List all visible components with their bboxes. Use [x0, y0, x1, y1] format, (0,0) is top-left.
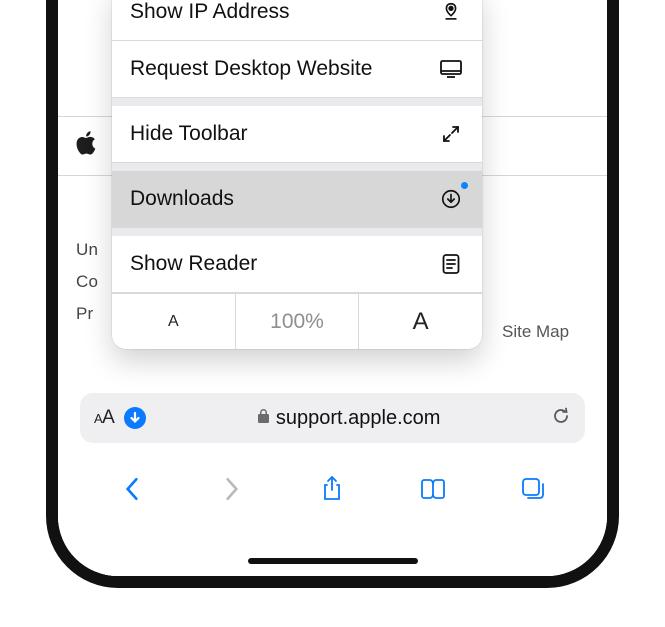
reader-icon — [438, 253, 464, 275]
menu-item-downloads[interactable]: Downloads — [112, 171, 482, 228]
reload-button[interactable] — [551, 406, 571, 431]
menu-item-label: Downloads — [130, 187, 234, 211]
iphone-frame: Un Co Pr Site Map Show IP Address Req — [46, 0, 619, 588]
zoom-in-button[interactable]: A — [359, 294, 482, 349]
location-pin-icon — [438, 1, 464, 23]
zoom-out-button[interactable]: A — [112, 294, 236, 349]
menu-item-label: Request Desktop Website — [130, 57, 372, 81]
page-links-partial: Un Co Pr — [76, 234, 98, 330]
url-domain: support.apple.com — [276, 407, 441, 430]
url-display[interactable]: support.apple.com — [156, 407, 541, 430]
expand-arrows-icon — [438, 124, 464, 144]
page-settings-button[interactable]: AA — [94, 407, 114, 429]
downloads-indicator-dot — [461, 182, 468, 189]
bookmarks-button[interactable] — [413, 477, 453, 501]
forward-button[interactable] — [212, 476, 252, 502]
site-map-link[interactable]: Site Map — [502, 322, 569, 342]
apple-logo-icon — [76, 131, 96, 162]
menu-item-label: Show IP Address — [130, 0, 290, 24]
partial-link-2: Co — [76, 266, 98, 298]
menu-item-label: Hide Toolbar — [130, 122, 248, 146]
browser-toolbar — [58, 464, 607, 514]
menu-item-show-reader[interactable]: Show Reader — [112, 236, 482, 293]
zoom-controls: A 100% A — [112, 293, 482, 349]
partial-link-1: Un — [76, 234, 98, 266]
lock-icon — [257, 407, 270, 430]
downloads-button[interactable] — [124, 407, 146, 429]
download-circle-icon — [438, 188, 464, 210]
url-bar[interactable]: AA support.apple.com — [80, 393, 585, 443]
menu-divider — [112, 228, 482, 236]
home-indicator[interactable] — [248, 558, 418, 564]
menu-item-show-ip-address[interactable]: Show IP Address — [112, 0, 482, 41]
menu-divider — [112, 163, 482, 171]
menu-divider — [112, 98, 482, 106]
tabs-button[interactable] — [513, 476, 553, 502]
screen: Un Co Pr Site Map Show IP Address Req — [58, 0, 607, 576]
back-button[interactable] — [112, 476, 152, 502]
menu-item-hide-toolbar[interactable]: Hide Toolbar — [112, 106, 482, 163]
menu-item-request-desktop-website[interactable]: Request Desktop Website — [112, 41, 482, 98]
menu-item-label: Show Reader — [130, 252, 257, 276]
desktop-icon — [438, 58, 464, 80]
share-button[interactable] — [312, 475, 352, 503]
page-settings-popover: Show IP Address Request Desktop Website — [112, 0, 482, 349]
partial-link-3: Pr — [76, 298, 98, 330]
zoom-percent[interactable]: 100% — [236, 294, 360, 349]
